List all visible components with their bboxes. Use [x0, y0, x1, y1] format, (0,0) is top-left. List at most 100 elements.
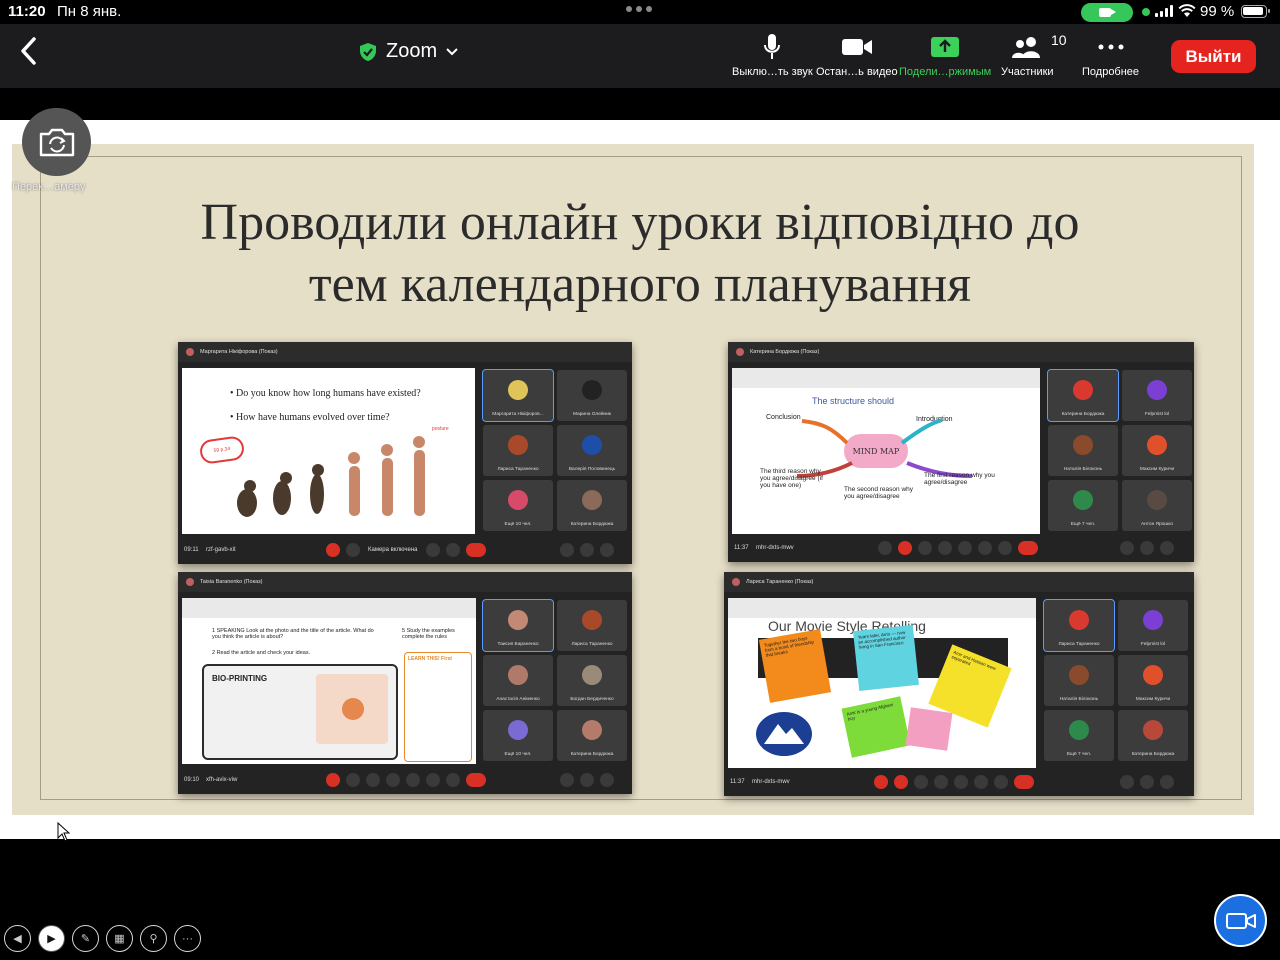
- captions-icon[interactable]: [918, 541, 932, 555]
- camera-icon[interactable]: [346, 543, 360, 557]
- slide-title-line-2: тем календарного планування: [308, 256, 972, 313]
- participant-tile[interactable]: Ещё 10 чел.: [483, 710, 553, 761]
- mic-off-icon[interactable]: [874, 775, 888, 789]
- meeting-id: rzf-gavb-xit: [206, 547, 236, 553]
- meeting-controls: 09:10 xfh-avix-viw: [178, 768, 632, 794]
- zoom-magnifier-icon[interactable]: ⚲: [140, 925, 167, 952]
- video-camera-icon: [1225, 912, 1256, 929]
- share-screen-icon: [931, 37, 960, 57]
- participant-tile[interactable]: Марина Олейник: [557, 370, 627, 421]
- participant-tile[interactable]: Ещё 7 чел.: [1044, 710, 1114, 761]
- emoji-icon[interactable]: [934, 775, 948, 789]
- participants-icon: [1012, 37, 1041, 58]
- back-chevron-icon[interactable]: [18, 36, 40, 66]
- end-call-icon[interactable]: [1014, 775, 1034, 789]
- participant-tile[interactable]: Валерія Половинець: [557, 425, 627, 476]
- people-icon[interactable]: [580, 543, 594, 557]
- end-call-icon[interactable]: [1018, 541, 1038, 555]
- present-icon[interactable]: [406, 773, 420, 787]
- share-content-button[interactable]: Подели…ржимым: [899, 32, 991, 78]
- emoji-icon[interactable]: [938, 541, 952, 555]
- participants-button[interactable]: 10 Участники: [1001, 32, 1067, 78]
- participant-tile[interactable]: Максим Куричи: [1118, 655, 1188, 706]
- participant-tile[interactable]: Максим Куричи: [1122, 425, 1192, 476]
- slide-title-line-1: Проводили онлайн уроки відповідно до: [200, 194, 1080, 251]
- mic-icon[interactable]: [878, 541, 892, 555]
- participant-tile[interactable]: Лариса Тараненко: [557, 600, 627, 651]
- previous-slide-icon[interactable]: ◀: [4, 925, 31, 952]
- video-toggle-button[interactable]: [1214, 894, 1267, 947]
- hand-icon[interactable]: [978, 541, 992, 555]
- info-icon[interactable]: [1120, 541, 1134, 555]
- info-icon[interactable]: [560, 773, 574, 787]
- info-icon[interactable]: [1120, 775, 1134, 789]
- participants-count: 10: [1051, 32, 1067, 48]
- participant-tile[interactable]: Felpmist lol: [1122, 370, 1192, 421]
- more-icon[interactable]: [998, 541, 1012, 555]
- participant-tile[interactable]: Катерина Бордюжа: [557, 710, 627, 761]
- slides-grid-icon[interactable]: ▦: [106, 925, 133, 952]
- chat-icon[interactable]: [600, 773, 614, 787]
- more-icon[interactable]: [994, 775, 1008, 789]
- chevron-down-icon: [446, 47, 458, 55]
- more-button[interactable]: Подробнее: [1082, 32, 1139, 78]
- hand-icon[interactable]: [426, 773, 440, 787]
- camera-icon[interactable]: [346, 773, 360, 787]
- note-orange: Together the two boys form a bond of fri…: [758, 629, 832, 703]
- participant-tile[interactable]: Наталія Білоконь: [1044, 655, 1114, 706]
- participant-tile[interactable]: Лариса Тараненко: [1043, 599, 1115, 652]
- chat-icon[interactable]: [600, 543, 614, 557]
- participant-tile[interactable]: Анастасія Аніменко: [483, 655, 553, 706]
- browser-bar: [732, 368, 1040, 388]
- participant-tile[interactable]: Катерина Бордюжа: [1047, 369, 1119, 422]
- switch-camera-button[interactable]: [22, 108, 91, 176]
- next-slide-icon[interactable]: ▶: [38, 925, 65, 952]
- people-icon[interactable]: [1140, 775, 1154, 789]
- chat-icon[interactable]: [1160, 775, 1174, 789]
- microphone-icon: [764, 34, 781, 59]
- captions-icon[interactable]: [914, 775, 928, 789]
- camera-off-icon[interactable]: [894, 775, 908, 789]
- participant-tile[interactable]: Катерина Бордюжа: [557, 480, 627, 531]
- multitasking-dots-icon[interactable]: [626, 6, 652, 12]
- presenter-bar: Маргарита Нікіфорова (Показ): [178, 342, 632, 362]
- info-icon[interactable]: [560, 543, 574, 557]
- mic-off-icon[interactable]: [326, 773, 340, 787]
- more-icon[interactable]: [446, 773, 460, 787]
- participant-tile[interactable]: Ещё 10 чел.: [483, 480, 553, 531]
- meeting-title-dropdown[interactable]: Zoom: [358, 40, 459, 63]
- camera-off-icon[interactable]: [898, 541, 912, 555]
- slide-navigation: ◀ ▶ ✎ ▦ ⚲ ···: [4, 925, 201, 952]
- participant-tile[interactable]: Таисия Бараненко: [482, 599, 554, 652]
- participant-tile[interactable]: Богдан Бердиченко: [557, 655, 627, 706]
- status-bar: 11:20 Пн 8 янв. 99 %: [0, 0, 1280, 24]
- people-icon[interactable]: [1140, 541, 1154, 555]
- hand-icon[interactable]: [974, 775, 988, 789]
- mute-button[interactable]: Выклю…ть звук: [732, 32, 813, 78]
- pen-icon[interactable]: ✎: [72, 925, 99, 952]
- participant-tile[interactable]: Маргарита Нікіфоров...: [482, 369, 554, 422]
- participant-tile[interactable]: Ещё 7 чел.: [1048, 480, 1118, 531]
- participant-tile[interactable]: Лариса Тараненко: [483, 425, 553, 476]
- participant-tile[interactable]: Наталія Білоконь: [1048, 425, 1118, 476]
- participant-tile[interactable]: Антон Ярошко: [1122, 480, 1192, 531]
- more-icon[interactable]: [446, 543, 460, 557]
- captions-icon[interactable]: [366, 773, 380, 787]
- end-call-icon[interactable]: [466, 773, 486, 787]
- more-options-icon[interactable]: ···: [174, 925, 201, 952]
- meeting-toolbar: Zoom Выклю…ть звук Остан…ь видео Подели……: [0, 24, 1280, 88]
- participant-tile[interactable]: Felpmist lol: [1118, 600, 1188, 651]
- people-icon[interactable]: [580, 773, 594, 787]
- chat-icon[interactable]: [1160, 541, 1174, 555]
- present-icon[interactable]: [958, 541, 972, 555]
- hand-icon[interactable]: [426, 543, 440, 557]
- end-call-icon[interactable]: [466, 543, 486, 557]
- mute-label: Выклю…ть звук: [732, 66, 813, 78]
- mic-off-icon[interactable]: [326, 543, 340, 557]
- participant-tile[interactable]: Катерина Бордюжа: [1118, 710, 1188, 761]
- first-reason-label: The first reason why you agree/disagree: [924, 472, 995, 486]
- present-icon[interactable]: [954, 775, 968, 789]
- emoji-icon[interactable]: [386, 773, 400, 787]
- leave-button[interactable]: Выйти: [1171, 40, 1256, 73]
- stop-video-button[interactable]: Остан…ь видео: [816, 32, 898, 78]
